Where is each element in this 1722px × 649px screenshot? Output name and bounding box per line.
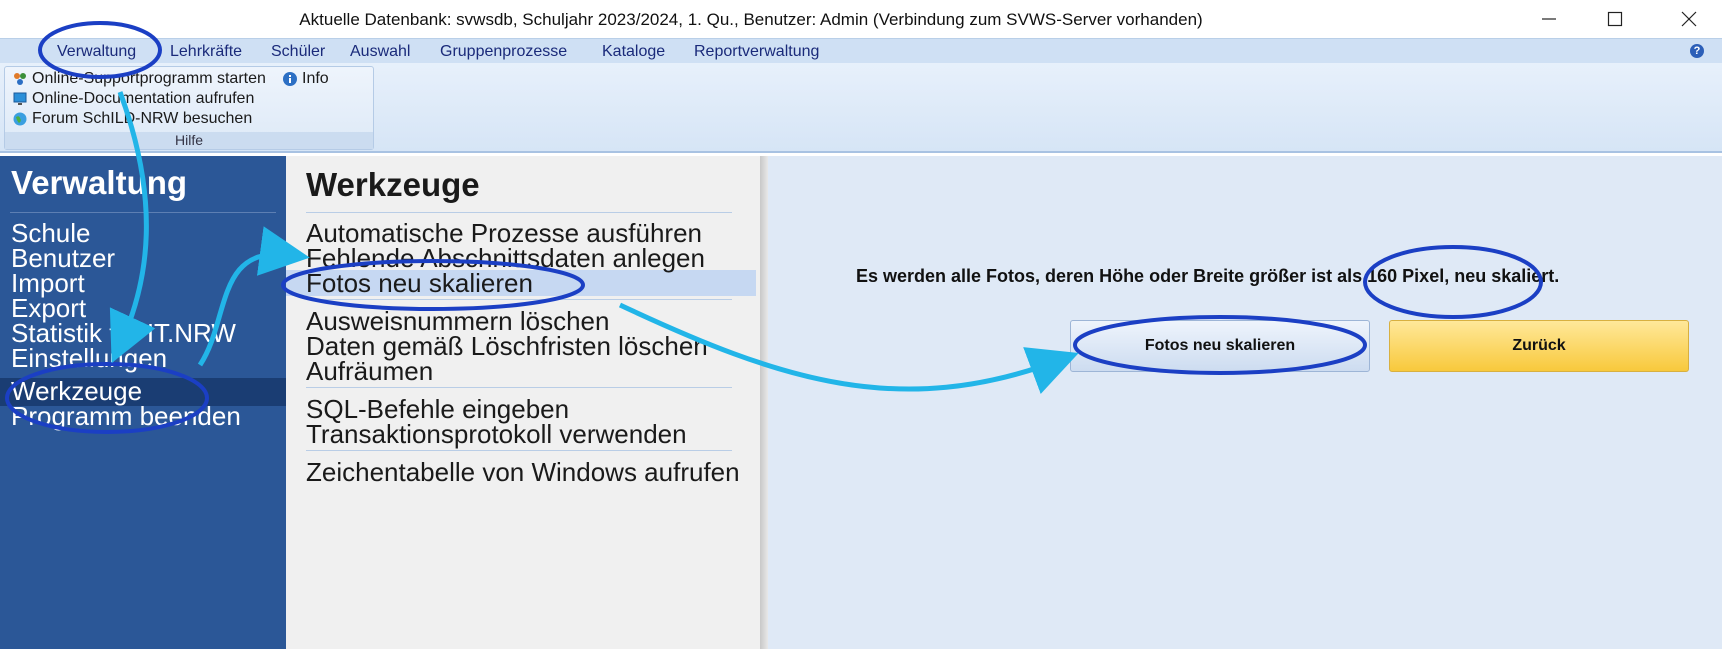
help-icon[interactable]: ? — [1690, 44, 1704, 58]
tools-divider — [306, 299, 732, 300]
maximize-icon — [1607, 11, 1623, 27]
forum-button[interactable]: Forum SchILD-NRW besuchen — [13, 110, 252, 128]
tools-panel: Werkzeuge Automatische Prozesse ausführe… — [286, 156, 760, 649]
globe-icon — [13, 112, 27, 126]
left-navigation: Verwaltung Schule Benutzer Import Export… — [0, 156, 286, 649]
menu-lehrkraefte[interactable]: Lehrkräfte — [170, 43, 242, 61]
monitor-icon — [13, 92, 27, 105]
info-message: Es werden alle Fotos, deren Höhe oder Br… — [856, 266, 1560, 286]
support-icon — [14, 73, 26, 85]
tools-title: Werkzeuge — [306, 166, 480, 203]
menu-gruppenprozesse[interactable]: Gruppenprozesse — [440, 43, 567, 61]
menu-bar: Verwaltung Lehrkräfte Schüler Auswahl Gr… — [0, 38, 1722, 64]
minimize-button[interactable] — [1520, 0, 1578, 38]
close-button[interactable] — [1660, 0, 1718, 38]
info-button[interactable]: Info — [283, 70, 329, 88]
nav-title: Verwaltung — [11, 164, 188, 201]
menu-verwaltung[interactable]: Verwaltung — [57, 43, 136, 61]
info-icon — [283, 72, 297, 86]
menu-kataloge[interactable]: Kataloge — [602, 43, 665, 61]
panel-splitter[interactable] — [760, 156, 768, 649]
online-documentation-label: Online-Documentation aufrufen — [32, 90, 255, 107]
info-label: Info — [302, 70, 329, 87]
maximize-button[interactable] — [1586, 0, 1644, 38]
tools-divider — [306, 450, 732, 451]
online-documentation-button[interactable]: Online-Documentation aufrufen — [13, 90, 254, 108]
ribbon-group-label: Hilfe — [5, 132, 373, 149]
zurueck-button[interactable]: Zurück — [1389, 320, 1689, 372]
menu-schueler[interactable]: Schüler — [271, 43, 325, 61]
nav-item-einstellungen[interactable]: Einstellungen — [11, 345, 167, 372]
tools-divider — [306, 212, 732, 213]
nav-divider — [10, 212, 276, 213]
tool-fotos-neu-skalieren[interactable]: Fotos neu skalieren — [306, 270, 533, 297]
minimize-icon — [1542, 18, 1556, 20]
tool-transaktionsprotokoll[interactable]: Transaktionsprotokoll verwenden — [306, 421, 687, 448]
nav-item-programm-beenden[interactable]: Programm beenden — [11, 403, 241, 430]
support-program-button[interactable]: Online-Supportprogramm starten — [13, 70, 266, 88]
support-program-label: Online-Supportprogramm starten — [32, 70, 266, 87]
title-bar: Aktuelle Datenbank: svwsdb, Schuljahr 20… — [0, 0, 1722, 38]
content-area: Es werden alle Fotos, deren Höhe oder Br… — [768, 156, 1722, 649]
close-icon — [1681, 11, 1697, 27]
menu-auswahl[interactable]: Auswahl — [350, 43, 410, 61]
menu-reportverwaltung[interactable]: Reportverwaltung — [694, 43, 819, 61]
ribbon-group-hilfe: Online-Supportprogramm starten Info Onli… — [4, 66, 374, 150]
tool-zeichentabelle[interactable]: Zeichentabelle von Windows aufrufen — [306, 459, 740, 486]
forum-label: Forum SchILD-NRW besuchen — [32, 110, 253, 127]
ribbon: Online-Supportprogramm starten Info Onli… — [0, 63, 1722, 153]
window-title: Aktuelle Datenbank: svwsdb, Schuljahr 20… — [299, 10, 1203, 29]
tool-aufraeumen[interactable]: Aufräumen — [306, 358, 433, 385]
fotos-neu-skalieren-button[interactable]: Fotos neu skalieren — [1070, 320, 1370, 372]
tools-divider — [306, 387, 732, 388]
